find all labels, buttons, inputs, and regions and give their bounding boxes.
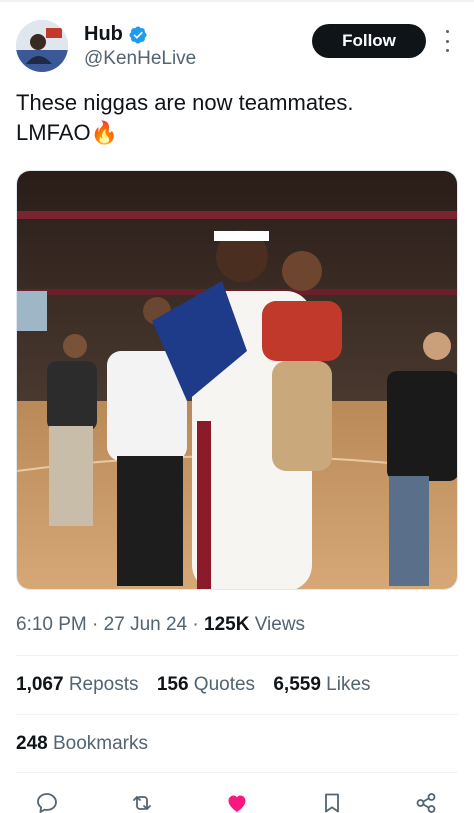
divider [16, 655, 458, 656]
bookmarks-label: Bookmarks [52, 733, 149, 754]
tweet-text-line: These niggas are now teammates. [16, 90, 354, 115]
views-count: 125K [204, 614, 250, 635]
top-divider [0, 0, 474, 2]
reposts-count: 1,067 [16, 674, 64, 695]
tweet-date[interactable]: 27 Jun 24 [104, 614, 187, 635]
tweet-meta: 6:10 PM · 27 Jun 24 · 125K Views [16, 614, 305, 636]
tweet-actions [0, 790, 474, 813]
avatar[interactable] [16, 20, 68, 72]
author-name[interactable]: Hub [84, 23, 123, 46]
more-options-icon[interactable] [442, 30, 452, 52]
likes-stat[interactable]: 6,559 Likes [273, 674, 370, 695]
repost-icon[interactable] [128, 790, 156, 813]
tweet-stats: 1,067 Reposts 156 Quotes 6,559 Likes [16, 674, 384, 696]
follow-button[interactable]: Follow [312, 24, 426, 58]
tweet-text-line: LMFAO🔥 [16, 120, 118, 145]
divider [16, 714, 458, 715]
tweet-text: These niggas are now teammates. LMFAO🔥 [16, 88, 456, 148]
avatar-image [16, 20, 68, 72]
basketball-photo-image [17, 171, 457, 589]
heart-icon[interactable] [223, 790, 251, 813]
divider [16, 772, 458, 773]
likes-count: 6,559 [273, 674, 321, 695]
tweet-time[interactable]: 6:10 PM [16, 614, 87, 635]
reposts-label: Reposts [68, 674, 139, 695]
likes-label: Likes [326, 674, 371, 695]
bookmarks-count: 248 [16, 733, 48, 754]
author-handle[interactable]: @KenHeLive [84, 48, 196, 70]
reposts-stat[interactable]: 1,067 Reposts [16, 674, 139, 695]
views-label: Views [254, 614, 306, 635]
tweet-photo[interactable] [16, 170, 458, 590]
reply-icon[interactable] [33, 790, 61, 813]
quotes-count: 156 [156, 674, 189, 695]
meta-separator: · [92, 614, 99, 635]
verified-badge-icon [128, 25, 148, 45]
quotes-label: Quotes [193, 674, 256, 695]
meta-separator: · [192, 614, 199, 635]
share-icon[interactable] [412, 790, 440, 813]
bookmarks-stat[interactable]: 248 Bookmarks [16, 733, 148, 755]
tweet-header: Hub @KenHeLive Follow [16, 20, 458, 74]
quotes-stat[interactable]: 156 Quotes [157, 674, 255, 695]
bookmark-icon[interactable] [318, 790, 346, 813]
